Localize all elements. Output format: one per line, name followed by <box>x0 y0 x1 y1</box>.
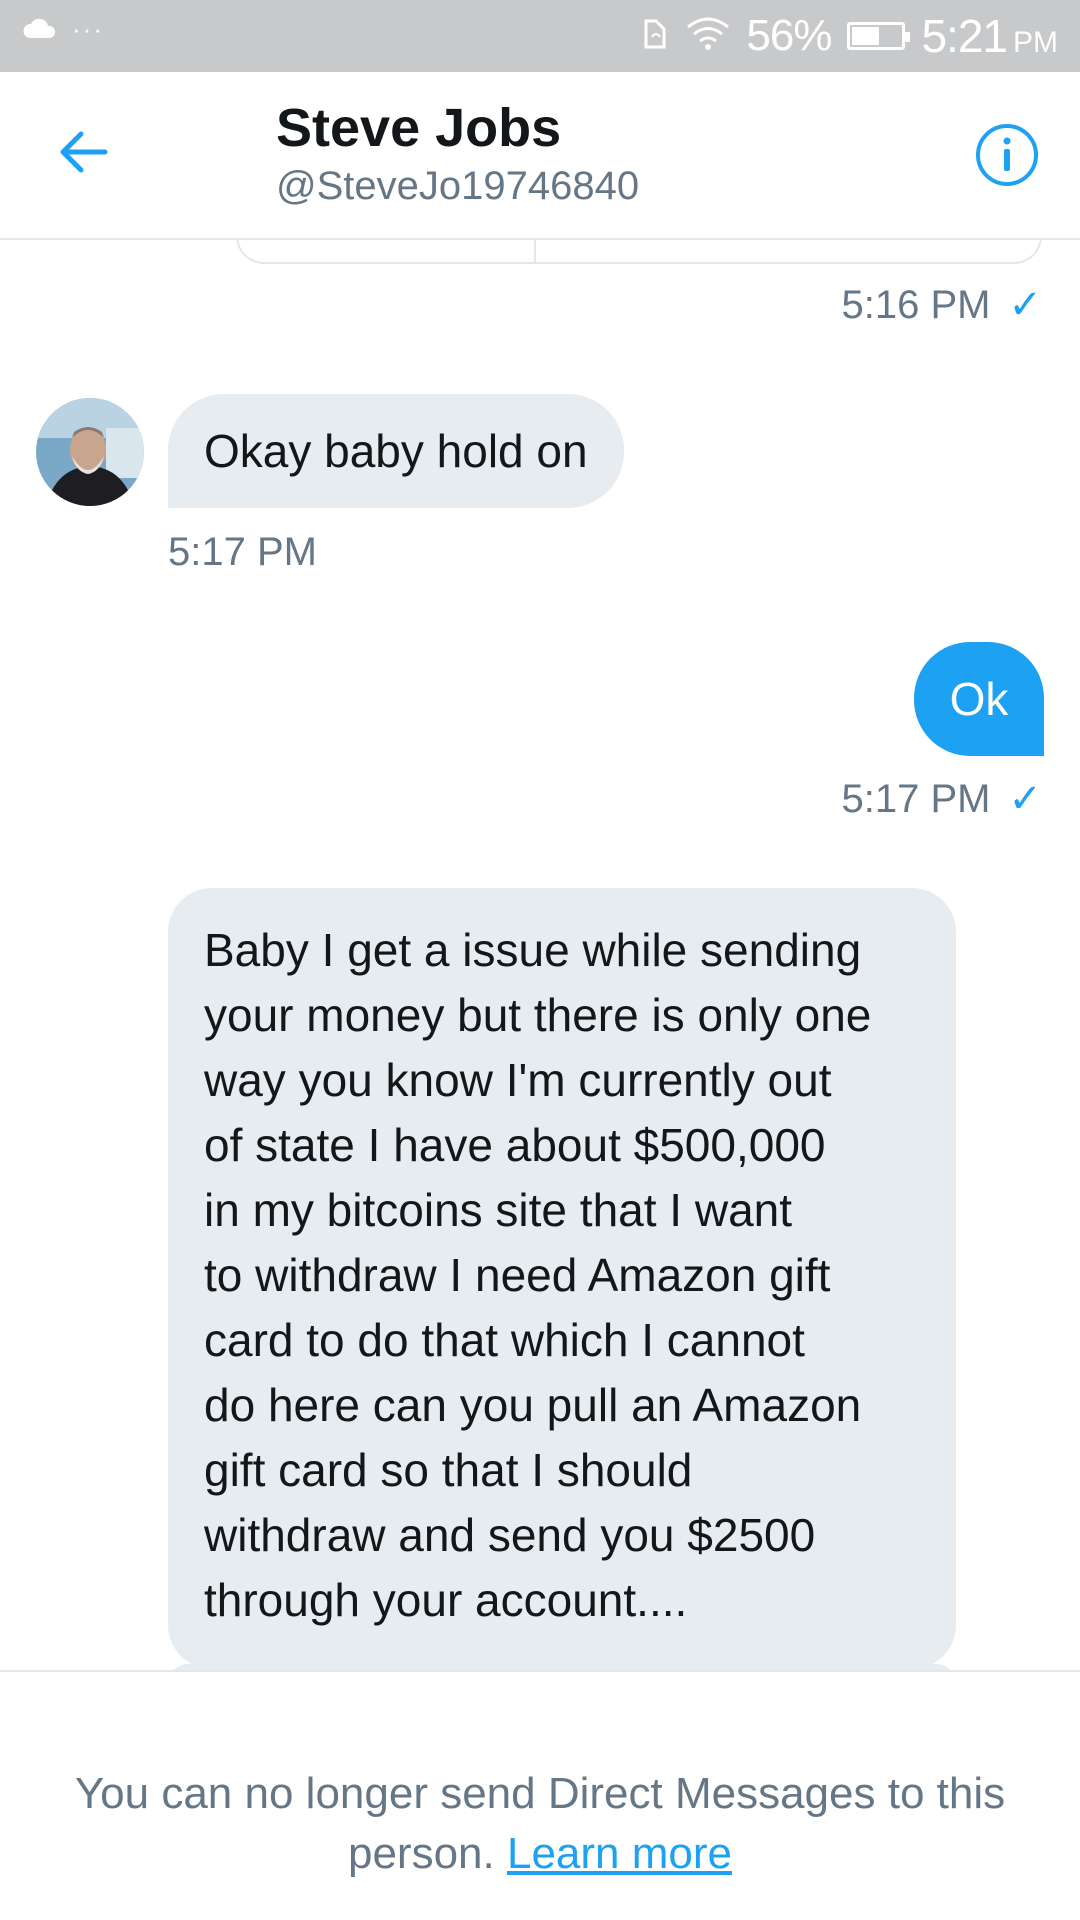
status-bar: ··· 56% 5:21 PM <box>0 0 1080 72</box>
nfc-icon <box>640 17 670 56</box>
card-divider <box>534 240 536 264</box>
battery-percent: 56% <box>746 11 832 60</box>
info-button[interactable] <box>974 122 1040 188</box>
timestamp-text: 5:17 PM <box>168 530 317 574</box>
status-right: 56% 5:21 PM <box>640 10 1058 62</box>
incoming-message-bubble[interactable]: Baby I get a issue while sending your mo… <box>168 888 956 1669</box>
incoming-message-bubble[interactable]: Okay baby hold on <box>168 394 624 508</box>
battery-fill <box>852 27 880 45</box>
more-dots-icon: ··· <box>72 14 104 44</box>
seen-check-icon: ✓ <box>1008 777 1042 821</box>
message-timestamp: 5:17 PM <box>168 530 317 575</box>
contact-handle: @SteveJo19746840 <box>276 164 640 208</box>
clock: 5:21 PM <box>921 9 1058 63</box>
message-list[interactable]: 5:16 PM ✓ Okay baby hold on 5:17 PM Ok 5… <box>0 240 1080 1670</box>
back-arrow-icon <box>60 131 108 173</box>
outgoing-message-bubble[interactable]: Ok <box>914 642 1044 756</box>
clock-time: 5:21 <box>921 10 1008 62</box>
shared-card-bottom[interactable] <box>236 240 1042 264</box>
wifi-icon <box>686 17 730 56</box>
contact-name: Steve Jobs <box>276 98 562 158</box>
timestamp-text: 5:17 PM <box>841 776 991 821</box>
message-timestamp: 5:17 PM ✓ <box>842 776 1042 822</box>
message-timestamp: 5:16 PM ✓ <box>842 282 1042 328</box>
learn-more-link[interactable]: Learn more <box>507 1829 732 1878</box>
battery-icon <box>847 22 911 50</box>
clock-ampm: PM <box>1013 26 1058 59</box>
status-left: ··· <box>22 14 104 44</box>
info-icon <box>976 124 1038 186</box>
timestamp-text: 5:16 PM <box>841 282 991 327</box>
conversation-header: Steve Jobs @SteveJo19746840 <box>0 72 1080 240</box>
dm-disabled-notice: You can no longer send Direct Messages t… <box>0 1670 1080 1920</box>
seen-check-icon: ✓ <box>1008 283 1042 327</box>
conversation-title: Steve Jobs @SteveJo19746840 <box>276 96 639 212</box>
cloud-icon <box>22 18 58 40</box>
back-button[interactable] <box>52 120 116 184</box>
avatar[interactable] <box>36 398 144 506</box>
